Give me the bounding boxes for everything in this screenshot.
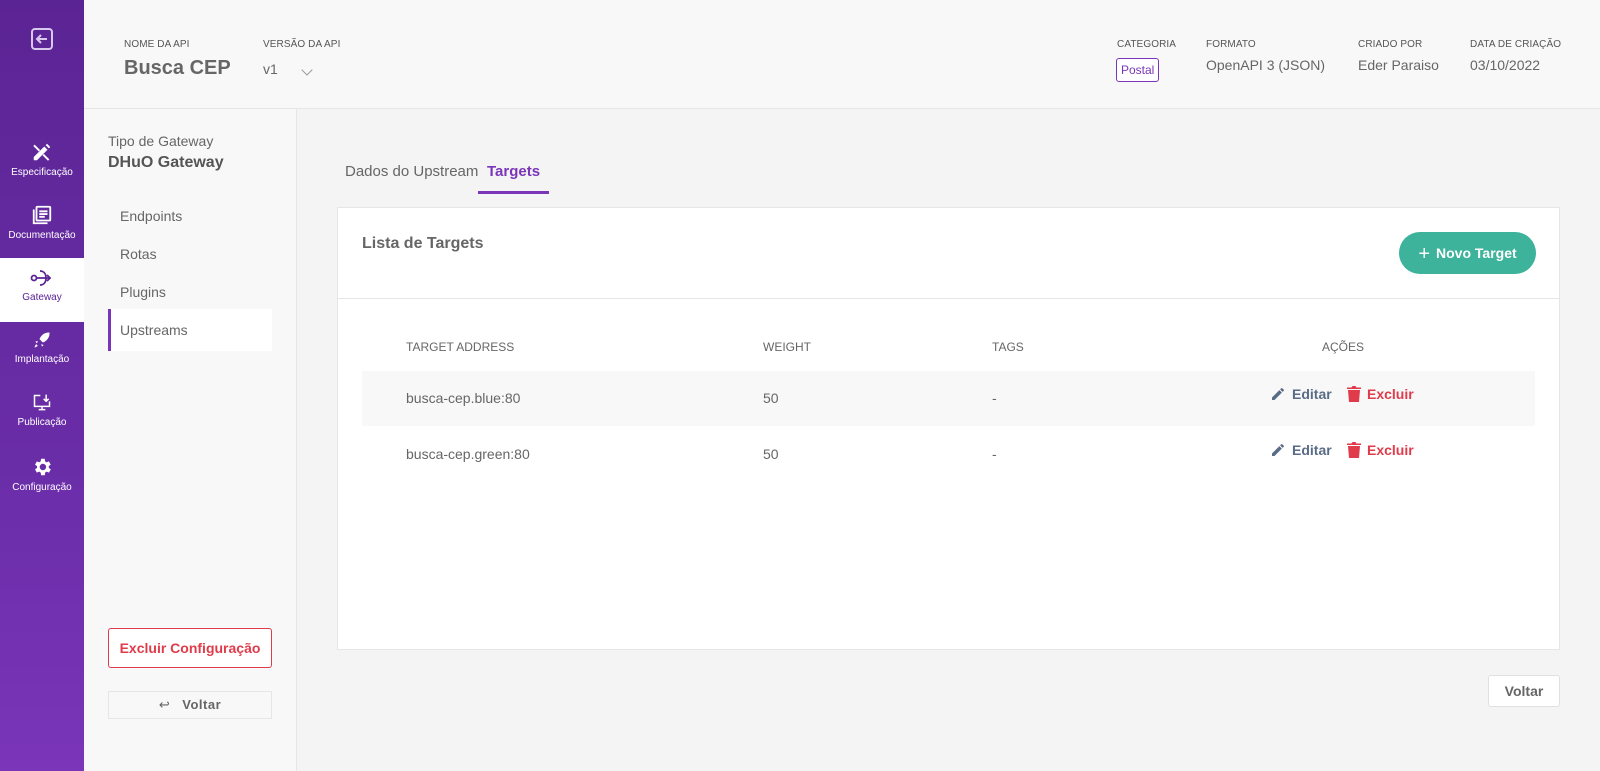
main-sidebar: Especificação Documentação Gateway Impla… (0, 0, 84, 771)
delete-label: Excluir (1367, 442, 1414, 458)
category-label: CATEGORIA (1117, 39, 1177, 50)
plus-icon: + (1418, 243, 1431, 265)
nav-especificacao[interactable]: Especificação (0, 141, 84, 203)
pencil-icon (1272, 387, 1284, 400)
gear-icon (35, 458, 51, 476)
nav-implantacao[interactable]: Implantação (0, 330, 84, 392)
tab-dados-upstream[interactable]: Dados do Upstream (345, 162, 478, 200)
col-target-address: TARGET ADDRESS (406, 340, 515, 354)
delete-button[interactable]: Excluir (1347, 386, 1414, 402)
nav-label: Especificação (11, 167, 73, 178)
nav-label: Gateway (22, 292, 62, 303)
table-row: busca-cep.blue:80 50 - Editar Excluir (362, 371, 1535, 426)
book-icon (32, 205, 52, 225)
nav-configuracao[interactable]: Configuração (0, 456, 84, 518)
gateway-panel: Tipo de Gateway DHuO Gateway Endpoints R… (84, 109, 297, 771)
format-label: FORMATO (1206, 39, 1256, 50)
gateway-type-label: Tipo de Gateway (108, 133, 214, 149)
edit-label: Editar (1292, 386, 1332, 402)
nav-label: Configuração (12, 482, 72, 493)
format-value: OpenAPI 3 (JSON) (1206, 57, 1326, 73)
divider (338, 298, 1559, 299)
target-tags: - (992, 446, 997, 462)
ruler-pencil-icon (33, 143, 51, 161)
nav-label: Publicação (17, 417, 67, 428)
col-weight: WEIGHT (763, 340, 811, 354)
api-name: Busca CEP (124, 57, 231, 79)
panel-back-button[interactable]: ↩ Voltar (108, 691, 272, 719)
monitor-download-icon (33, 394, 51, 411)
panel-back-label: Voltar (182, 697, 222, 712)
target-address: busca-cep.green:80 (406, 446, 530, 462)
pencil-icon (1272, 443, 1284, 456)
nav-documentacao[interactable]: Documentação (0, 204, 84, 266)
exit-icon[interactable] (29, 26, 55, 52)
target-weight: 50 (763, 390, 779, 406)
trash-icon (1347, 386, 1361, 402)
gateway-type: DHuO Gateway (108, 154, 224, 171)
delete-label: Excluir (1367, 386, 1414, 402)
api-version-label: VERSÃO DA API (263, 39, 341, 50)
api-header: NOME DA API Busca CEP VERSÃO DA API v1 C… (84, 0, 1600, 109)
targets-card: Lista de Targets + Novo Target TARGET ADD… (337, 207, 1560, 650)
created-at-value: 03/10/2022 (1470, 57, 1541, 73)
menu-item-plugins[interactable]: Plugins (108, 271, 272, 313)
edit-label: Editar (1292, 442, 1332, 458)
created-at-label: DATA DE CRIAÇÃO (1470, 39, 1562, 50)
menu-item-endpoints[interactable]: Endpoints (108, 195, 272, 237)
nav-publicacao[interactable]: Publicação (0, 393, 84, 455)
target-tags: - (992, 390, 997, 406)
api-version-select[interactable]: v1 (263, 61, 278, 77)
edit-button[interactable]: Editar (1270, 442, 1332, 458)
tab-targets[interactable]: Targets (478, 156, 550, 194)
nav-gateway[interactable]: Gateway (0, 258, 84, 322)
nav-label: Documentação (8, 230, 76, 241)
created-by-label: CRIADO POR (1358, 39, 1423, 50)
table-row: busca-cep.green:80 50 - Editar Excluir (362, 427, 1535, 482)
chevron-down-icon[interactable] (301, 64, 313, 76)
delete-config-button[interactable]: Excluir Configuração (108, 628, 272, 668)
edit-button[interactable]: Editar (1270, 386, 1332, 402)
menu-item-upstreams[interactable]: Upstreams (108, 309, 272, 351)
menu-item-rotas[interactable]: Rotas (108, 233, 272, 275)
target-weight: 50 (763, 446, 779, 462)
back-arrow-icon: ↩ (158, 697, 171, 712)
new-target-label: Novo Target (1436, 245, 1517, 261)
nav-label: Implantação (14, 354, 70, 365)
back-button[interactable]: Voltar (1488, 675, 1560, 707)
delete-button[interactable]: Excluir (1347, 442, 1414, 458)
new-target-button[interactable]: + Novo Target (1399, 232, 1536, 274)
trash-icon (1347, 442, 1361, 458)
category-badge: Postal (1116, 58, 1160, 82)
gateway-icon (30, 270, 52, 286)
created-by-value: Eder Paraiso (1358, 57, 1439, 73)
col-tags: TAGS (992, 340, 1024, 354)
targets-title: Lista de Targets (362, 235, 484, 252)
target-address: busca-cep.blue:80 (406, 390, 521, 406)
api-name-label: NOME DA API (124, 39, 190, 50)
col-acoes: AÇÕES (1322, 340, 1365, 354)
rocket-icon (34, 332, 50, 348)
